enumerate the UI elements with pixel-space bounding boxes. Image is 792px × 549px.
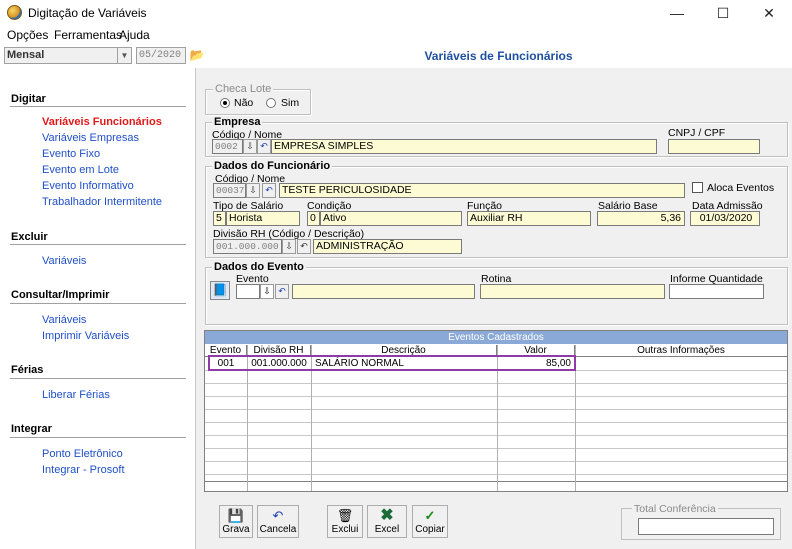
menu-ajuda[interactable]: Ajuda xyxy=(119,28,150,42)
cnpj-field[interactable] xyxy=(668,139,760,154)
grava-label: Grava xyxy=(222,524,250,535)
undo-icon: ↶ xyxy=(272,508,284,523)
sidebar-item-excluir-variaveis[interactable]: Variáveis xyxy=(42,255,86,267)
download-icon[interactable]: ⇩ xyxy=(282,239,296,254)
grava-button[interactable]: 💾 Grava xyxy=(219,505,253,538)
sidebar-item-consultar-variaveis[interactable]: Variáveis xyxy=(42,314,86,326)
exclui-button[interactable]: 🗑 Exclui xyxy=(327,505,363,538)
competence-date-field[interactable]: 05/2020 xyxy=(136,47,186,64)
maximize-button[interactable]: ☐ xyxy=(700,0,746,26)
table-caption: Eventos Cadastrados xyxy=(205,331,787,344)
sidebar-divider xyxy=(10,244,186,245)
funcao-field[interactable]: Auxiliar RH xyxy=(467,211,591,226)
excel-label: Excel xyxy=(374,524,400,535)
evento-name-field[interactable] xyxy=(292,284,475,299)
undo-icon[interactable]: ↶ xyxy=(262,183,276,198)
period-select[interactable]: Mensal ▼ xyxy=(4,47,132,64)
sidebar-divider xyxy=(10,378,186,379)
sidebar-item-variaveis-empresas[interactable]: Variáveis Empresas xyxy=(42,132,139,144)
empresa-name-field[interactable]: EMPRESA SIMPLES xyxy=(271,139,657,154)
sidebar-item-liberar-ferias[interactable]: Liberar Férias xyxy=(42,389,110,401)
undo-icon[interactable]: ↶ xyxy=(297,239,311,254)
sidebar-item-integrar-prosoft[interactable]: Integrar - Prosoft xyxy=(42,464,125,476)
total-conferencia-field xyxy=(638,518,774,535)
copiar-button[interactable]: ✓ Copiar xyxy=(412,505,448,538)
rotina-field[interactable] xyxy=(480,284,665,299)
undo-icon[interactable]: ↶ xyxy=(275,284,289,299)
app-icon xyxy=(7,5,22,20)
empresa-code-field[interactable]: 0002 xyxy=(212,139,243,154)
menu-bar: Opções Ferramentas Ajuda xyxy=(0,26,792,45)
sidebar-section-integrar: Integrar xyxy=(11,423,52,435)
cancela-button[interactable]: ↶ Cancela xyxy=(257,505,299,538)
exclui-label: Exclui xyxy=(331,524,359,535)
sidebar-item-variaveis-funcionarios[interactable]: Variáveis Funcionários xyxy=(42,116,162,128)
sidebar-item-evento-informativo[interactable]: Evento Informativo xyxy=(42,180,134,192)
aloca-eventos-label: Aloca Eventos xyxy=(707,182,775,194)
condicao-code-field[interactable]: 0 xyxy=(307,211,320,226)
data-admissao-field[interactable]: 01/03/2020 xyxy=(690,211,760,226)
sidebar-divider xyxy=(10,303,186,304)
cell-outras xyxy=(579,357,785,370)
funcionario-name-field[interactable]: TESTE PERICULOSIDADE xyxy=(279,183,685,198)
divisao-field[interactable]: ADMINISTRAÇÃO xyxy=(313,239,462,254)
funcionario-code-field[interactable]: 00037 xyxy=(213,183,246,198)
selected-row-highlight xyxy=(208,355,576,371)
excel-button[interactable]: ✖ Excel xyxy=(367,505,407,538)
period-select-value: Mensal xyxy=(7,49,45,61)
sidebar-divider xyxy=(10,437,186,438)
tipo-salario-code-field[interactable]: 5 xyxy=(213,211,226,226)
checkmark-icon: ✓ xyxy=(424,508,436,523)
book-icon[interactable]: 📘 xyxy=(210,281,230,300)
sidebar-section-excluir: Excluir xyxy=(11,231,48,243)
folder-icon[interactable]: 📂 xyxy=(189,47,205,64)
radio-nao[interactable] xyxy=(220,98,230,111)
sidebar-section-ferias: Férias xyxy=(11,364,44,376)
menu-ferramentas[interactable]: Ferramentas xyxy=(54,28,122,42)
quantidade-field[interactable] xyxy=(669,284,764,299)
chevron-down-icon[interactable]: ▼ xyxy=(117,48,131,63)
window-title: Digitação de Variáveis xyxy=(28,6,147,20)
radio-nao-label: Não xyxy=(234,97,254,109)
sidebar-item-evento-fixo[interactable]: Evento Fixo xyxy=(42,148,100,160)
sidebar-item-trabalhador-intermitente[interactable]: Trabalhador Intermitente xyxy=(42,196,162,208)
evento-code-field[interactable] xyxy=(236,284,260,299)
close-button[interactable]: ✕ xyxy=(746,0,792,26)
funcionario-label: Dados do Funcionário xyxy=(212,160,333,172)
download-icon[interactable]: ⇩ xyxy=(260,284,274,299)
salario-base-field[interactable]: 5,36 xyxy=(597,211,685,226)
checa-lote-label: Checa Lote xyxy=(213,83,274,95)
save-icon: 💾 xyxy=(227,508,245,523)
trash-icon: 🗑 xyxy=(336,508,354,523)
cancela-label: Cancela xyxy=(259,524,297,535)
copiar-label: Copiar xyxy=(415,524,445,535)
column-header-outras[interactable]: Outras Informações xyxy=(575,345,787,356)
cnpj-label: CNPJ / CPF xyxy=(668,127,726,139)
divisao-code-field[interactable]: 001.000.000 xyxy=(213,239,282,254)
sidebar-divider xyxy=(10,106,186,107)
empresa-label: Empresa xyxy=(212,116,263,128)
aloca-eventos-checkbox[interactable] xyxy=(692,182,703,193)
excel-icon: ✖ xyxy=(380,507,394,524)
total-conferencia-label: Total Conferência xyxy=(632,503,718,515)
page-title: Variáveis de Funcionários xyxy=(424,49,573,63)
sidebar-item-ponto-eletronico[interactable]: Ponto Eletrônico xyxy=(42,448,123,460)
condicao-field[interactable]: Ativo xyxy=(320,211,462,226)
sidebar-item-imprimir-variaveis[interactable]: Imprimir Variáveis xyxy=(42,330,129,342)
menu-opcoes[interactable]: Opções xyxy=(7,28,48,42)
undo-icon[interactable]: ↶ xyxy=(257,139,271,154)
download-icon[interactable]: ⇩ xyxy=(243,139,257,154)
sidebar-item-evento-em-lote[interactable]: Evento em Lote xyxy=(42,164,119,176)
tipo-salario-field[interactable]: Horista xyxy=(226,211,300,226)
sidebar-section-digitar: Digitar xyxy=(11,93,46,105)
sidebar: Digitar Variáveis Funcionários Variáveis… xyxy=(0,68,196,549)
minimize-button[interactable]: — xyxy=(654,0,700,26)
sidebar-section-consultar: Consultar/Imprimir xyxy=(11,289,110,301)
radio-sim-label: Sim xyxy=(281,97,300,109)
radio-sim[interactable] xyxy=(266,98,276,111)
download-icon[interactable]: ⇩ xyxy=(246,183,260,198)
title-bar: Digitação de Variáveis — ☐ ✕ xyxy=(0,0,792,26)
evento-group-label: Dados do Evento xyxy=(212,261,306,273)
